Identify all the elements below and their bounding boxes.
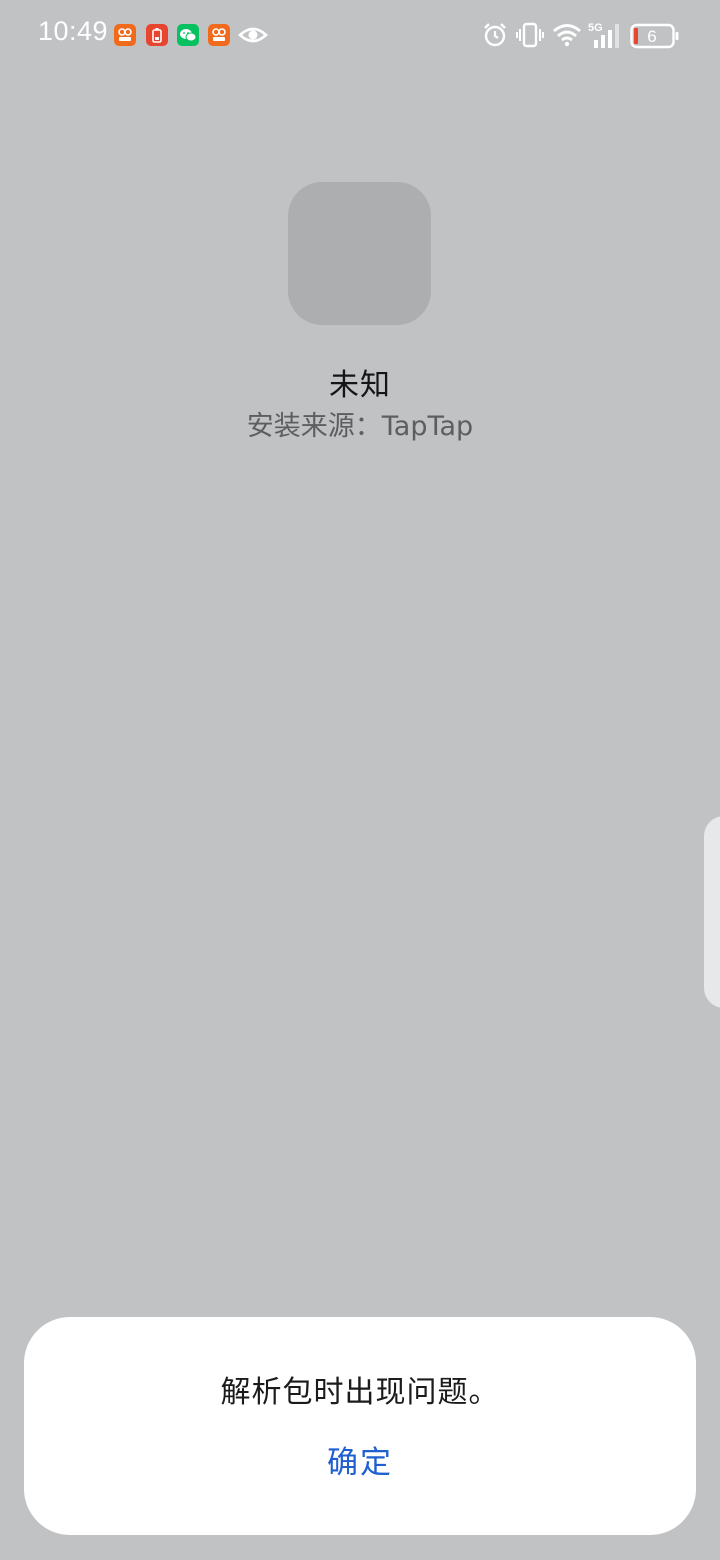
status-time: 10:49: [38, 16, 109, 46]
eye-icon: [238, 24, 268, 46]
alarm-icon: [482, 22, 508, 48]
taobao-live-icon: [208, 24, 230, 46]
taobao-live-icon: [114, 24, 136, 46]
app-icon-placeholder: [288, 182, 431, 325]
app-name: 未知: [329, 368, 391, 403]
wechat-icon: [177, 24, 199, 46]
vibrate-icon: [515, 22, 545, 48]
confirm-button[interactable]: 确定: [300, 1431, 420, 1495]
network-type-label: 5G: [588, 22, 603, 34]
parse-error-dialog: 解析包时出现问题。 确定: [24, 1317, 696, 1535]
install-source-label: 安装来源：TapTap: [246, 411, 474, 442]
wifi-icon: [552, 22, 582, 48]
battery-level-label: 6: [647, 27, 656, 46]
battery-icon: 6: [630, 23, 680, 49]
edge-panel-handle[interactable]: [704, 816, 720, 1008]
signal-5g-icon: 5G: [588, 20, 624, 50]
battery-alert-app-icon: [146, 24, 168, 46]
status-bar: 10:49 5G 6: [0, 0, 720, 72]
dialog-message: 解析包时出现问题。: [220, 1375, 500, 1410]
